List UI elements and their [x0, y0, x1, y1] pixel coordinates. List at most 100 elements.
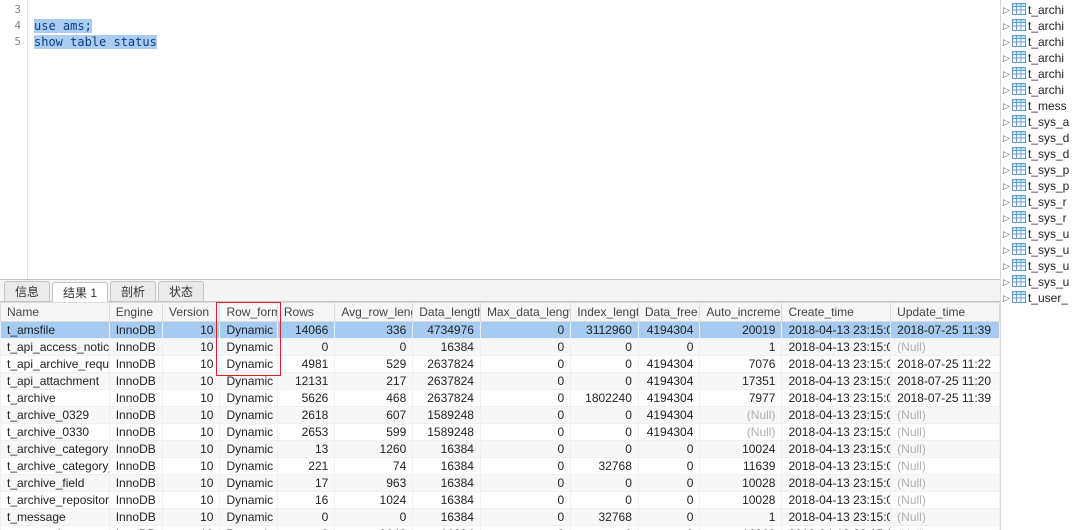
cell-Data_free[interactable]: 4194304 [638, 373, 700, 390]
tree-item[interactable]: ▷t_sys_r [1001, 210, 1080, 226]
cell-Index_length[interactable]: 0 [571, 339, 639, 356]
cell-Engine[interactable]: InnoDB [109, 475, 162, 492]
cell-Avg_row_length[interactable]: 217 [335, 373, 413, 390]
cell-Data_free[interactable]: 0 [638, 441, 700, 458]
cell-Name[interactable]: t_archive_field [1, 475, 110, 492]
cell-Data_length[interactable]: 16384 [413, 509, 481, 526]
cell-Auto_increment[interactable]: 11639 [700, 458, 782, 475]
cell-Row_format[interactable]: Dynamic [220, 526, 277, 530]
tree-caret-icon[interactable]: ▷ [1003, 37, 1011, 48]
tree-item[interactable]: ▷t_user_ [1001, 290, 1080, 306]
table-row[interactable]: t_api_attachmentInnoDB10Dynamic121312172… [1, 373, 1000, 390]
code-line[interactable]: use ams; [34, 18, 994, 34]
cell-Create_time[interactable]: 2018-04-13 23:15:00 [782, 322, 891, 339]
cell-Engine[interactable]: InnoDB [109, 458, 162, 475]
tree-caret-icon[interactable]: ▷ [1003, 245, 1011, 256]
cell-Version[interactable]: 10 [163, 373, 220, 390]
cell-Update_time[interactable]: (Null) [891, 458, 1000, 475]
cell-Create_time[interactable]: 2018-04-13 23:15:02 [782, 475, 891, 492]
cell-Max_data_length[interactable]: 0 [480, 492, 570, 509]
cell-Data_free[interactable]: 0 [638, 458, 700, 475]
tree-item[interactable]: ▷t_archi [1001, 34, 1080, 50]
col-header-Data_free[interactable]: Data_free [638, 303, 700, 322]
cell-Auto_increment[interactable]: (Null) [700, 424, 782, 441]
cell-Auto_increment[interactable]: 10028 [700, 492, 782, 509]
tree-caret-icon[interactable]: ▷ [1003, 69, 1011, 80]
cell-Auto_increment[interactable]: 1 [700, 509, 782, 526]
tree-caret-icon[interactable]: ▷ [1003, 21, 1011, 32]
col-header-Engine[interactable]: Engine [109, 303, 162, 322]
cell-Name[interactable]: t_archive [1, 390, 110, 407]
cell-Rows[interactable]: 2653 [277, 424, 334, 441]
tree-item[interactable]: ▷t_archi [1001, 82, 1080, 98]
cell-Row_format[interactable]: Dynamic [220, 390, 277, 407]
cell-Version[interactable]: 10 [163, 322, 220, 339]
cell-Update_time[interactable]: 2018-07-25 11:39 [891, 390, 1000, 407]
cell-Avg_row_length[interactable]: 1024 [335, 492, 413, 509]
cell-Max_data_length[interactable]: 0 [480, 390, 570, 407]
cell-Index_length[interactable]: 0 [571, 424, 639, 441]
sql-editor[interactable]: 345 use ams;show table status [0, 0, 1000, 280]
col-header-Version[interactable]: Version [163, 303, 220, 322]
table-row[interactable]: t_sys_actionInnoDB10Dynamic8204816384000… [1, 526, 1000, 530]
cell-Avg_row_length[interactable]: 529 [335, 356, 413, 373]
cell-Engine[interactable]: InnoDB [109, 492, 162, 509]
cell-Name[interactable]: t_archive_0330 [1, 424, 110, 441]
tree-item[interactable]: ▷t_archi [1001, 66, 1080, 82]
cell-Avg_row_length[interactable]: 0 [335, 509, 413, 526]
tree-caret-icon[interactable]: ▷ [1003, 117, 1011, 128]
tree-caret-icon[interactable]: ▷ [1003, 85, 1011, 96]
col-header-Row_format[interactable]: Row_format [220, 303, 277, 322]
cell-Engine[interactable]: InnoDB [109, 441, 162, 458]
cell-Avg_row_length[interactable]: 336 [335, 322, 413, 339]
cell-Auto_increment[interactable]: 17351 [700, 373, 782, 390]
cell-Update_time[interactable]: (Null) [891, 526, 1000, 530]
cell-Version[interactable]: 10 [163, 356, 220, 373]
cell-Data_length[interactable]: 2637824 [413, 390, 481, 407]
cell-Auto_increment[interactable]: 10028 [700, 475, 782, 492]
cell-Name[interactable]: t_api_archive_request [1, 356, 110, 373]
cell-Data_length[interactable]: 1589248 [413, 407, 481, 424]
cell-Create_time[interactable]: 2018-04-13 23:15:01 [782, 407, 891, 424]
cell-Index_length[interactable]: 3112960 [571, 322, 639, 339]
cell-Max_data_length[interactable]: 0 [480, 373, 570, 390]
cell-Create_time[interactable]: 2018-04-13 23:15:02 [782, 526, 891, 530]
table-row[interactable]: t_archive_repositoryInnoDB10Dynamic16102… [1, 492, 1000, 509]
cell-Engine[interactable]: InnoDB [109, 424, 162, 441]
cell-Max_data_length[interactable]: 0 [480, 526, 570, 530]
cell-Data_length[interactable]: 2637824 [413, 356, 481, 373]
cell-Max_data_length[interactable]: 0 [480, 509, 570, 526]
tree-caret-icon[interactable]: ▷ [1003, 149, 1011, 160]
cell-Data_length[interactable]: 16384 [413, 475, 481, 492]
table-row[interactable]: t_archive_categoryInnoDB10Dynamic1312601… [1, 441, 1000, 458]
tree-caret-icon[interactable]: ▷ [1003, 261, 1011, 272]
cell-Row_format[interactable]: Dynamic [220, 373, 277, 390]
cell-Row_format[interactable]: Dynamic [220, 509, 277, 526]
cell-Data_free[interactable]: 0 [638, 339, 700, 356]
cell-Data_free[interactable]: 4194304 [638, 322, 700, 339]
col-header-Create_time[interactable]: Create_time [782, 303, 891, 322]
cell-Update_time[interactable]: 2018-07-25 11:39 [891, 322, 1000, 339]
cell-Avg_row_length[interactable]: 599 [335, 424, 413, 441]
table-row[interactable]: t_messageInnoDB10Dynamic0016384032768012… [1, 509, 1000, 526]
col-header-Rows[interactable]: Rows [277, 303, 334, 322]
cell-Data_free[interactable]: 4194304 [638, 407, 700, 424]
code-line[interactable]: show table status [34, 34, 994, 50]
cell-Index_length[interactable]: 0 [571, 475, 639, 492]
code-line[interactable] [34, 2, 994, 18]
tree-caret-icon[interactable]: ▷ [1003, 5, 1011, 16]
cell-Version[interactable]: 10 [163, 458, 220, 475]
cell-Name[interactable]: t_api_access_notice [1, 339, 110, 356]
cell-Create_time[interactable]: 2018-04-13 23:15:02 [782, 458, 891, 475]
col-header-Max_data_length[interactable]: Max_data_length [480, 303, 570, 322]
cell-Version[interactable]: 10 [163, 526, 220, 530]
tree-caret-icon[interactable]: ▷ [1003, 181, 1011, 192]
cell-Data_free[interactable]: 0 [638, 509, 700, 526]
cell-Create_time[interactable]: 2018-04-13 23:15:01 [782, 390, 891, 407]
cell-Rows[interactable]: 2618 [277, 407, 334, 424]
tree-item[interactable]: ▷t_sys_r [1001, 194, 1080, 210]
col-header-Name[interactable]: Name [1, 303, 110, 322]
cell-Auto_increment[interactable]: 7977 [700, 390, 782, 407]
cell-Name[interactable]: t_message [1, 509, 110, 526]
cell-Rows[interactable]: 13 [277, 441, 334, 458]
